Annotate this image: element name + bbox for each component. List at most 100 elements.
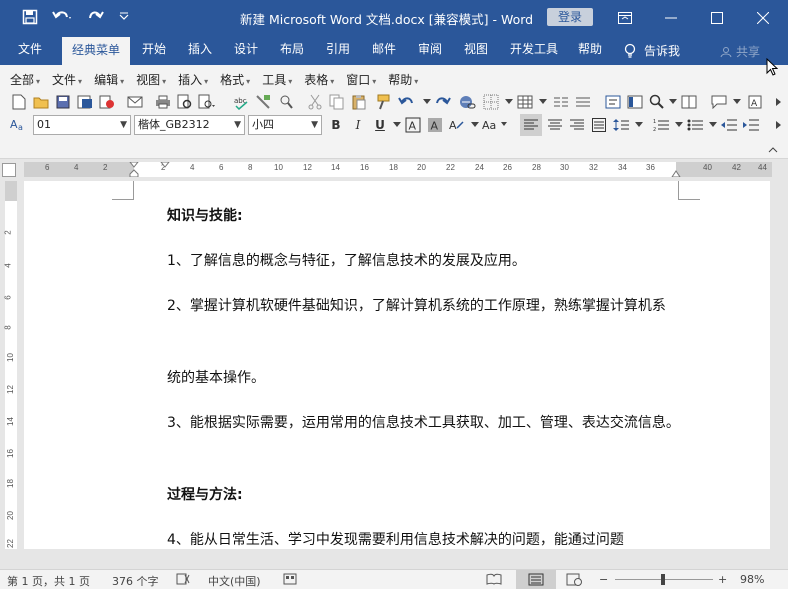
- numbering-icon[interactable]: 12: [652, 116, 670, 134]
- increase-indent-icon[interactable]: [742, 116, 760, 134]
- font-size-select[interactable]: 小四 ▼: [248, 115, 322, 135]
- reading-view-icon[interactable]: [680, 93, 698, 111]
- paste-icon[interactable]: [350, 93, 368, 111]
- change-case-icon[interactable]: Aa: [482, 116, 508, 134]
- block-authors-icon[interactable]: [98, 93, 116, 111]
- text-box-icon[interactable]: [604, 93, 622, 111]
- thesaurus-icon[interactable]: [276, 93, 294, 111]
- login-button[interactable]: 登录: [547, 8, 593, 26]
- toolbar-overflow-icon[interactable]: [770, 93, 788, 111]
- zoom-in-button[interactable]: +: [718, 573, 727, 586]
- tab-help[interactable]: 帮助: [570, 35, 610, 65]
- email-icon[interactable]: [126, 93, 144, 111]
- tab-file[interactable]: 文件: [6, 35, 54, 65]
- save-toolbar-icon[interactable]: [54, 93, 72, 111]
- align-right-button[interactable]: [568, 116, 586, 134]
- tab-selector[interactable]: [2, 163, 16, 177]
- menu-view[interactable]: 视图 ▾: [136, 71, 166, 88]
- tab-mailings[interactable]: 邮件: [364, 35, 404, 65]
- format-painter-icon[interactable]: [374, 93, 392, 111]
- minimize-icon[interactable]: [648, 0, 694, 35]
- text-effects-icon[interactable]: A: [448, 116, 466, 134]
- language[interactable]: 中文(中国): [208, 573, 261, 589]
- toolbar-overflow-icon[interactable]: [770, 116, 788, 134]
- first-line-indent-icon[interactable]: [160, 162, 170, 168]
- menu-table[interactable]: 表格 ▾: [304, 71, 334, 88]
- copy-icon[interactable]: [328, 93, 346, 111]
- align-left-button[interactable]: [520, 114, 542, 136]
- bold-button[interactable]: B: [327, 116, 345, 134]
- justify-button[interactable]: [590, 116, 608, 134]
- line-spacing-icon[interactable]: [612, 116, 630, 134]
- proofing-icon[interactable]: [176, 573, 190, 588]
- menu-all[interactable]: 全部 ▾: [10, 71, 40, 88]
- tab-home[interactable]: 开始: [134, 35, 174, 65]
- tab-insert[interactable]: 插入: [180, 35, 220, 65]
- line-spacing-dropdown-icon[interactable]: [630, 116, 648, 134]
- tab-references[interactable]: 引用: [318, 35, 358, 65]
- menu-file[interactable]: 文件 ▾: [52, 71, 82, 88]
- document-page[interactable]: 知识与技能: 1、了解信息的概念与特征，了解信息技术的发展及应用。 2、掌握计算…: [24, 181, 770, 549]
- close-icon[interactable]: [740, 0, 786, 35]
- tab-classic-menu[interactable]: 经典菜单: [62, 37, 130, 65]
- page-count[interactable]: 第 1 页，共 1 页: [7, 573, 90, 589]
- print-layout-button[interactable]: [516, 570, 556, 589]
- collapse-ribbon-icon[interactable]: [768, 145, 778, 156]
- columns-icon[interactable]: [552, 93, 570, 111]
- read-mode-icon[interactable]: [486, 573, 502, 588]
- align-center-button[interactable]: [546, 116, 564, 134]
- comment-dropdown-icon[interactable]: [728, 93, 746, 111]
- borders-icon[interactable]: [482, 93, 500, 111]
- right-indent-marker-icon[interactable]: [671, 170, 681, 177]
- insert-table-icon[interactable]: [516, 93, 534, 111]
- maximize-icon[interactable]: [694, 0, 740, 35]
- redo-icon[interactable]: [84, 5, 108, 29]
- research-icon[interactable]: [254, 93, 272, 111]
- tab-design[interactable]: 设计: [226, 35, 266, 65]
- print-preview-icon[interactable]: [176, 93, 194, 111]
- print-icon[interactable]: [154, 93, 172, 111]
- underline-button[interactable]: U: [371, 116, 389, 134]
- undo-toolbar-icon[interactable]: [398, 93, 416, 111]
- permission-icon[interactable]: [76, 93, 94, 111]
- font-select[interactable]: 楷体_GB2312 ▼: [134, 115, 245, 135]
- decrease-indent-icon[interactable]: [720, 116, 738, 134]
- page-setup-icon[interactable]: [198, 93, 216, 111]
- menu-tools[interactable]: 工具 ▾: [262, 71, 292, 88]
- redo-toolbar-icon[interactable]: [434, 93, 452, 111]
- new-document-icon[interactable]: [10, 93, 28, 111]
- menu-insert[interactable]: 插入 ▾: [178, 71, 208, 88]
- vertical-ruler[interactable]: 2 4 6 8 10 12 14 16 18 20 22: [4, 181, 17, 549]
- save-icon[interactable]: [18, 5, 42, 29]
- character-shading-icon[interactable]: A: [426, 116, 444, 134]
- tab-view[interactable]: 视图: [456, 35, 496, 65]
- menu-edit[interactable]: 编辑 ▾: [94, 71, 124, 88]
- vertical-scrollbar[interactable]: [771, 179, 788, 549]
- tell-me-box[interactable]: 告诉我: [624, 42, 680, 59]
- open-folder-icon[interactable]: [32, 93, 50, 111]
- bullets-icon[interactable]: [686, 116, 704, 134]
- share-button[interactable]: 共享: [720, 43, 760, 60]
- more-options-icon[interactable]: A: [746, 93, 764, 111]
- web-layout-icon[interactable]: [566, 573, 582, 589]
- character-border-icon[interactable]: A: [404, 116, 422, 134]
- lines-icon[interactable]: [574, 93, 592, 111]
- comment-icon[interactable]: [710, 93, 728, 111]
- macro-recording-icon[interactable]: [283, 573, 297, 588]
- spelling-icon[interactable]: abc: [232, 93, 250, 111]
- word-count[interactable]: 376 个字: [112, 573, 159, 589]
- styles-icon[interactable]: Aa: [10, 115, 28, 133]
- zoom-level[interactable]: 98%: [740, 573, 764, 586]
- style-select[interactable]: 01 ▼: [33, 115, 131, 135]
- menu-help[interactable]: 帮助 ▾: [388, 71, 418, 88]
- tab-developer[interactable]: 开发工具: [504, 35, 564, 65]
- ribbon-display-options-icon[interactable]: [602, 0, 648, 35]
- hyperlink-icon[interactable]: [458, 93, 476, 111]
- indent-marker-icon[interactable]: [129, 162, 139, 177]
- document-map-icon[interactable]: [626, 93, 644, 111]
- undo-icon[interactable]: [50, 5, 74, 29]
- table-dropdown-icon[interactable]: [534, 93, 552, 111]
- cut-icon[interactable]: [306, 93, 324, 111]
- tab-layout[interactable]: 布局: [272, 35, 312, 65]
- zoom-out-button[interactable]: −: [599, 573, 608, 586]
